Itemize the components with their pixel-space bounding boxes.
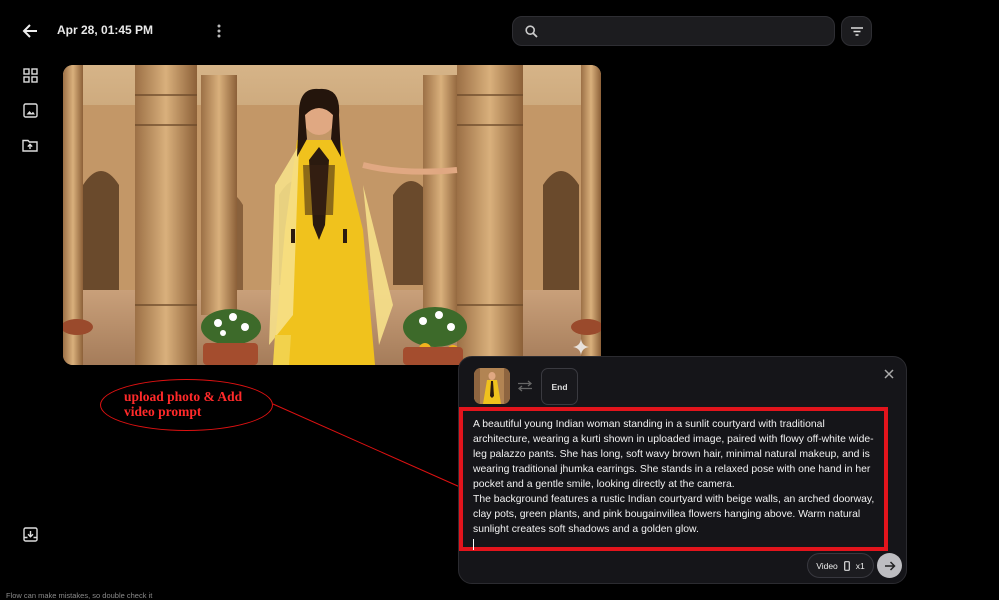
courtyard-portrait-image — [63, 65, 601, 365]
sparkle-icon — [573, 339, 589, 355]
page-date: Apr 28, 01:45 PM — [57, 23, 154, 37]
close-icon[interactable] — [882, 367, 896, 381]
start-frame-thumbnail[interactable] — [474, 368, 510, 404]
portrait-aspect-icon — [843, 560, 850, 571]
more-options-button[interactable] — [210, 21, 228, 41]
generation-mode-button[interactable]: Video x1 — [807, 553, 874, 578]
sidebar-download-button[interactable] — [21, 525, 39, 543]
disclaimer-text: Flow can make mistakes, so double check … — [6, 591, 153, 600]
more-vert-icon — [217, 24, 221, 38]
search-icon — [525, 24, 538, 38]
download-box-icon — [22, 526, 38, 542]
end-frame-slot[interactable]: End — [541, 368, 578, 405]
filter-button[interactable] — [841, 16, 872, 46]
sidebar-grid-button[interactable] — [21, 66, 39, 84]
prompt-paragraph: A beautiful young Indian woman standing … — [473, 419, 874, 490]
arrow-right-icon — [884, 560, 896, 571]
filter-icon — [850, 26, 863, 36]
output-count-label: x1 — [855, 560, 865, 571]
text-caret — [473, 539, 474, 550]
generated-media-card[interactable] — [63, 65, 601, 365]
swap-icon[interactable] — [517, 380, 533, 392]
sidebar-images-button[interactable] — [21, 101, 39, 119]
mode-label: Video — [816, 560, 838, 571]
sidebar-upload-button[interactable] — [21, 136, 39, 154]
search-bar[interactable] — [512, 16, 835, 46]
prompt-textarea[interactable]: A beautiful young Indian woman standing … — [459, 407, 888, 551]
annotation-label: upload photo & Add video prompt — [124, 389, 243, 419]
uploaded-photo-image — [474, 368, 510, 404]
image-icon — [22, 102, 38, 118]
upload-folder-icon — [22, 139, 38, 152]
back-button[interactable] — [18, 19, 42, 43]
submit-button[interactable] — [877, 553, 902, 578]
prompt-paragraph: The background features a rustic Indian … — [473, 494, 875, 535]
grid-view-icon — [22, 67, 38, 83]
search-input[interactable] — [544, 24, 834, 38]
prompt-composer: End A beautiful young Indian woman stand… — [458, 356, 907, 584]
arrow-left-icon — [22, 24, 37, 38]
